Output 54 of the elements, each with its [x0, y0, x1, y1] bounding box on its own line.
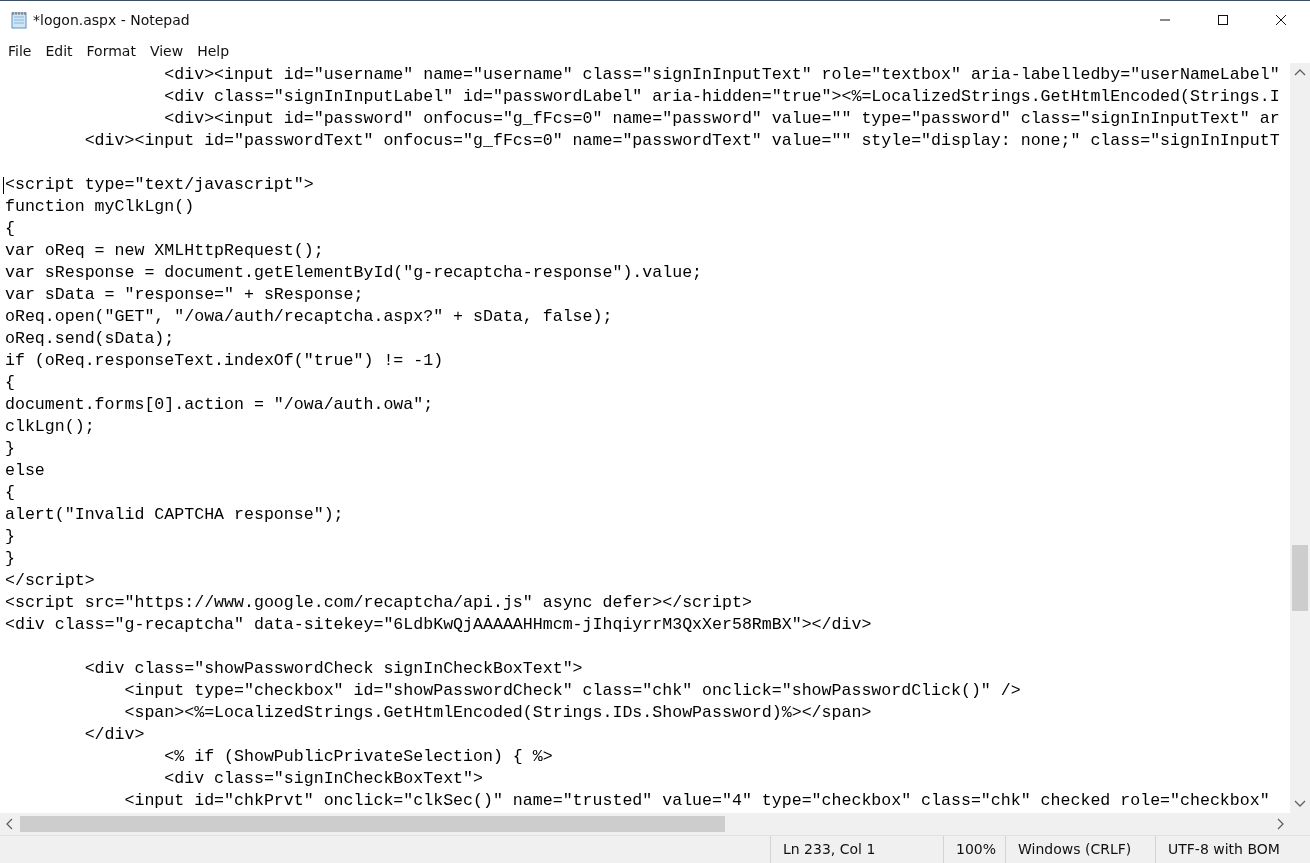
status-text: 100%: [943, 836, 1005, 863]
code-line: <script src="https://www.google.com/recaptcha/api.js" async defer></script>: [5, 592, 752, 614]
code-line: oReq.open("GET", "/owa/auth/recaptcha.aspx?" + sData, false);: [5, 306, 613, 328]
code-line: </script>: [5, 570, 95, 592]
code-line: <% if (ShowPublicPrivateSelection) { %>: [163, 746, 553, 768]
scroll-down-icon[interactable]: [1294, 799, 1306, 807]
code-line: <div class="g-recaptcha" data-sitekey="6LdbKwQjAAAAAHHmcm-jIhqiyrrM3QxXer58RmBX"></div>: [5, 614, 872, 636]
code-line: {: [5, 372, 15, 394]
text-cursor: [3, 177, 4, 194]
menu-item[interactable]: Format: [79, 40, 143, 61]
code-line: <span><%=LocalizedStrings.GetHtmlEncoded(Strings.IDs.ShowPassword)%></span>: [123, 702, 872, 724]
code-line: var sResponse = document.getElementById("g-recaptcha-response").value;: [5, 262, 703, 284]
code-line: <div class="signInCheckBoxText">: [163, 768, 483, 790]
vertical-scrollbar[interactable]: [1290, 63, 1310, 835]
code-line: else: [5, 460, 45, 482]
scroll-left-icon[interactable]: [6, 818, 14, 830]
code-line: </div>: [83, 724, 145, 746]
code-line: oReq.send(sData);: [5, 328, 175, 350]
menu-item[interactable]: File: [1, 40, 39, 61]
code-line: <script type="text/javascript">: [5, 174, 314, 196]
code-line: alert("Invalid CAPTCHA response");: [5, 504, 344, 526]
status-text: Ln 233, Col 1: [770, 836, 943, 863]
window-title: *logon.aspx - Notepad: [33, 11, 191, 28]
code-line: clkLgn();: [5, 416, 95, 438]
code-line: }: [5, 438, 15, 460]
maximize-icon: [1217, 13, 1229, 26]
horizontal-scrollbar[interactable]: [0, 813, 1290, 835]
menu-item[interactable]: Edit: [38, 40, 80, 61]
code-line: document.forms[0].action = "/owa/auth.owa";: [5, 394, 434, 416]
code-line: }: [5, 526, 15, 548]
scrollbar-thumb[interactable]: [1292, 545, 1308, 611]
status-text: Windows (CRLF): [1005, 836, 1155, 863]
code-line: var sData = "response=" + sResponse;: [5, 284, 364, 306]
notepad-icon: [10, 10, 28, 29]
code-line: <input type="checkbox" id="showPasswordCheck" class="chk" onclick="showPasswordClick()" />: [123, 680, 1021, 702]
code-line: if (oReq.responseText.indexOf("true") != -1): [5, 350, 444, 372]
status-text: UTF-8 with BOM: [1155, 836, 1310, 863]
close-icon: [1275, 13, 1287, 26]
menu-item[interactable]: View: [142, 40, 191, 61]
code-line: <input id="chkPrvt" onclick="clkSec()" name="trusted" value="4" type="checkbox" class="chk" checked role="checkbox": [123, 790, 1270, 812]
code-line: {: [5, 482, 15, 504]
code-line: }: [5, 548, 15, 570]
code-line: function myClkLgn(): [5, 196, 195, 218]
scrollbar-thumb[interactable]: [20, 816, 725, 832]
code-line: <div class="signInInputLabel" id="passwordLabel" aria-hidden="true"><%=LocalizedStrings.GetHtmlEncoded(Strings.I: [163, 86, 1280, 108]
code-line: <div><input id="username" name="username" class="signInInputText" role="textbox" aria-labelledby="userNameLabel": [163, 64, 1280, 86]
code-line: <div class="showPasswordCheck signInCheckBoxText">: [83, 658, 583, 680]
code-line: {: [5, 218, 15, 240]
code-line: <div><input id="password" onfocus="g_fFcs=0" name="password" value="" type="password" class="signInInputText" ar: [163, 108, 1280, 130]
code-line: <div><input id="passwordText" onfocus="g_fFcs=0" name="passwordText" value="" style="display: none;" class="signInInputT: [83, 130, 1280, 152]
scroll-right-icon[interactable]: [1276, 818, 1284, 830]
scroll-up-icon[interactable]: [1294, 69, 1306, 77]
code-line: var oReq = new XMLHttpRequest();: [5, 240, 324, 262]
menu-item[interactable]: Help: [190, 40, 237, 61]
